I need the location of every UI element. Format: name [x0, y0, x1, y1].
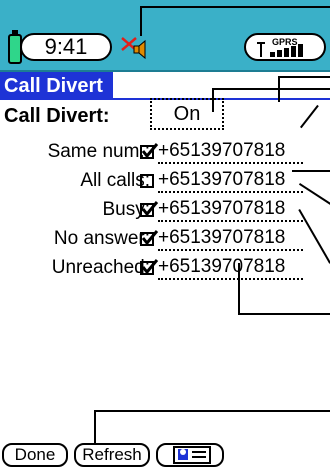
- signal-label: GPRS: [272, 37, 298, 47]
- callout-line: [292, 170, 330, 172]
- checkbox-checked[interactable]: [140, 230, 159, 246]
- divert-row: All calls: +65139707818: [0, 169, 330, 193]
- checkbox-checked[interactable]: [140, 259, 159, 275]
- divert-row-label: Same num.:: [47, 141, 150, 162]
- callout-line: [140, 6, 142, 36]
- callout-line: [94, 410, 330, 412]
- checkbox-checked[interactable]: [140, 143, 159, 159]
- divert-number-field[interactable]: +65139707818: [158, 140, 304, 164]
- speaker-muted-icon[interactable]: [120, 34, 150, 60]
- divert-row-label: No answer:: [53, 228, 150, 249]
- divert-row: Busy: +65139707818: [0, 198, 330, 222]
- checkmark-icon: [141, 143, 159, 159]
- antenna-icon: [257, 42, 265, 57]
- call-divert-label: Call Divert:: [4, 105, 110, 127]
- checkmark-icon: [141, 201, 159, 217]
- clock[interactable]: 9:41: [20, 33, 112, 61]
- callout-line: [278, 76, 330, 78]
- checkmark-icon: [141, 259, 159, 275]
- callout-line: [212, 88, 330, 90]
- contacts-button[interactable]: [156, 443, 224, 467]
- callout-line: [212, 88, 214, 112]
- divert-number-field[interactable]: +65139707818: [158, 198, 304, 222]
- divert-row-label: Unreached:: [51, 257, 150, 278]
- divert-number-field[interactable]: +65139707818: [158, 227, 304, 251]
- refresh-button[interactable]: Refresh: [74, 443, 150, 467]
- page-title: Call Divert: [0, 72, 113, 100]
- callout-line: [140, 6, 330, 8]
- divert-number-field[interactable]: +65139707818: [158, 169, 304, 193]
- divert-row: Same num.: +65139707818: [0, 140, 330, 164]
- contacts-card-icon: [173, 446, 211, 464]
- checkbox-checked[interactable]: [140, 201, 159, 217]
- done-button[interactable]: Done: [2, 443, 68, 467]
- callout-line: [94, 410, 96, 444]
- divert-row: No answer: +65139707818: [0, 227, 330, 251]
- divert-row: Unreached: +65139707818: [0, 256, 330, 280]
- checkbox-unchecked[interactable]: [140, 174, 154, 188]
- signal-status[interactable]: GPRS: [244, 33, 326, 61]
- checkmark-icon: [141, 230, 159, 246]
- divert-number-field[interactable]: +65139707818: [158, 256, 304, 280]
- callout-line: [238, 313, 330, 315]
- status-bar: 9:41 GPRS: [0, 0, 330, 72]
- callout-line: [238, 263, 240, 315]
